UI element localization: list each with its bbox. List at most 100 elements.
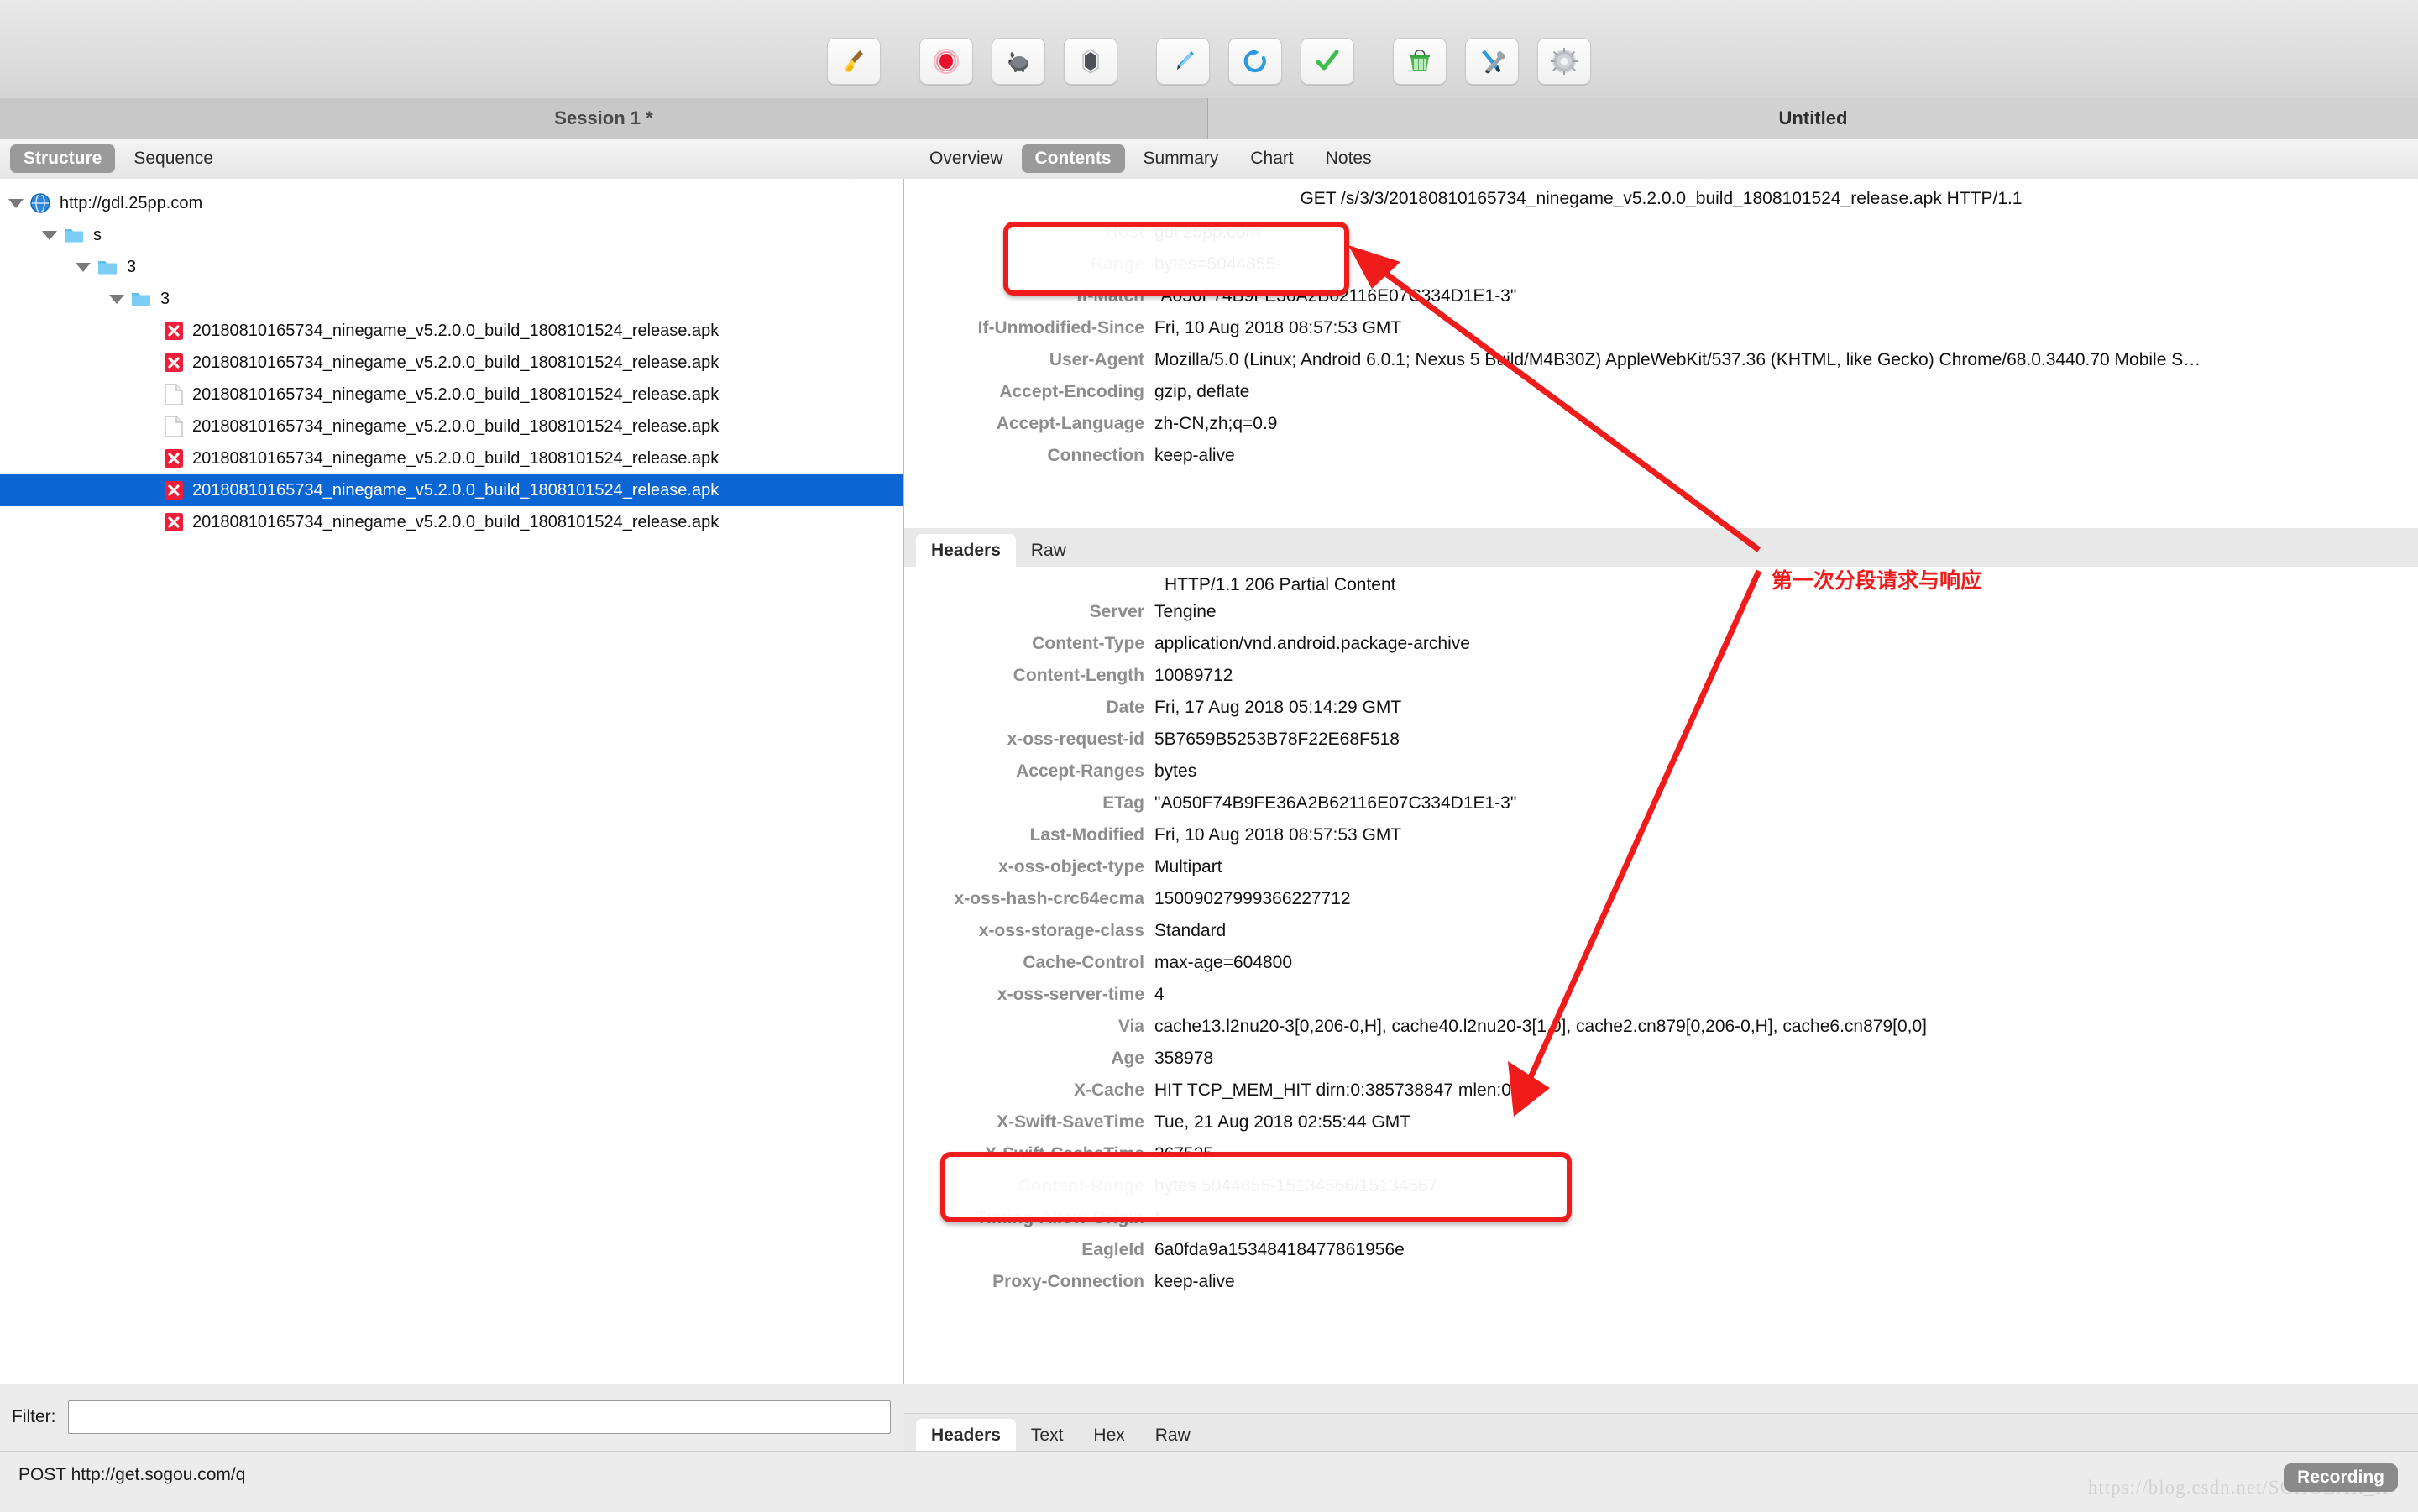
filter-input[interactable] [67,1400,891,1434]
request-header-value: Fri, 10 Aug 2018 08:57:53 GMT [1154,318,1402,337]
globe-icon [29,192,51,214]
response-header-value: keep-alive [1154,1272,1235,1291]
tree-item[interactable]: 3 [0,251,903,283]
folder-icon [130,288,152,310]
tree-item[interactable]: 20180810165734_ninegame_v5.2.0.0_build_1… [0,506,903,538]
tab-sequence[interactable]: Sequence [120,144,227,173]
body-tab-text[interactable]: Text [1016,1419,1079,1452]
response-header-value: Standard [1154,921,1227,940]
settings-button[interactable] [1537,37,1591,85]
request-header-key: User-Agent [1049,350,1144,369]
status-bar: POST http://get.sogou.com/q https://blog… [0,1451,2418,1512]
tab-notes[interactable]: Notes [1312,144,1385,173]
tools-basket-button[interactable] [1393,37,1447,85]
clear-session-button[interactable] [827,37,881,85]
folder-icon [63,224,85,246]
request-pane: GET /s/3/3/20180810165734_ninegame_v5.2.… [904,179,2418,528]
response-header-value: cache13.l2nu20-3[0,206-0,H], cache40.l2n… [1154,1017,1927,1036]
response-header-row: Content-Range bytes 5044855-15134566/1513… [904,1176,2418,1208]
tab-contents[interactable]: Contents [1021,144,1125,173]
error-icon [164,353,184,373]
tree-item[interactable]: http://gdl.25pp.com [0,187,903,219]
compose-button[interactable] [1156,37,1210,85]
response-header-key: x-oss-hash-crc64ecma [954,889,1144,908]
filter-label: Filter: [12,1407,56,1426]
tools-button[interactable] [1465,37,1519,85]
chevron-down-icon[interactable] [8,198,24,208]
request-header-value: "A050F74B9FE36A2B62116E07C334D1E1-3" [1154,286,1517,306]
body-tab-raw[interactable]: Raw [1140,1419,1206,1452]
record-button[interactable] [919,37,973,85]
request-header-row: User-Agent Mozilla/5.0 (Linux; Android 6.… [904,350,2418,382]
response-header-row: Age 358978 [904,1049,2418,1080]
refresh-icon [1241,47,1269,76]
tree-item-label: 3 [127,257,137,276]
chevron-down-icon[interactable] [76,262,91,272]
request-header-row: If-Unmodified-Since Fri, 10 Aug 2018 08:5… [904,318,2418,350]
request-header-key: Connection [1047,446,1145,465]
throttle-button[interactable] [992,37,1045,85]
tree-item-label: 20180810165734_ninegame_v5.2.0.0_build_1… [192,480,720,500]
tree-item[interactable]: 20180810165734_ninegame_v5.2.0.0_build_1… [0,442,903,474]
response-header-key: X-Cache [1073,1080,1144,1100]
tree-item[interactable]: 20180810165734_ninegame_v5.2.0.0_build_1… [0,411,903,442]
body-tab-headers[interactable]: Headers [916,1419,1016,1452]
gear-icon [1550,47,1578,76]
chevron-down-icon[interactable] [42,230,57,240]
response-header-row: Cache-Control max-age=604800 [904,953,2418,985]
breakpoints-button[interactable] [1064,37,1117,85]
tree-item[interactable]: s [0,219,903,251]
session-tree-panel[interactable]: http://gdl.25pp.com s 3 3 20180810165734_nin… [0,179,904,1384]
repeat-button[interactable] [1228,37,1282,85]
request-header-value: bytes=5044855- [1154,254,1282,274]
status-text: POST http://get.sogou.com/q [18,1465,246,1484]
request-header-value: gzip, deflate [1154,382,1250,401]
response-header-key: Age [1111,1049,1144,1068]
response-headers-list: Server Tengine Content-Type application/vnd… [904,595,2418,1304]
error-icon [164,448,184,468]
tree-item[interactable]: 20180810165734_ninegame_v5.2.0.0_build_1… [0,315,903,347]
response-header-value: * [1154,1208,1162,1227]
request-header-row: Range bytes=5044855- [904,254,2418,286]
response-header-row: X-Swift-SaveTime Tue, 21 Aug 2018 02:55:4… [904,1112,2418,1144]
tab-summary[interactable]: Summary [1130,144,1233,173]
response-header-row: x-oss-request-id 5B7659B5253B78F22E68F518 [904,730,2418,761]
tree-item-label: 20180810165734_ninegame_v5.2.0.0_build_1… [192,321,720,340]
response-pane: HTTP/1.1 206 Partial Content Server Tengi… [904,567,2418,1384]
response-header-row: Content-Length 10089712 [904,666,2418,698]
response-tab-raw[interactable]: Raw [1016,534,1081,567]
request-header-row: Accept-Encoding gzip, deflate [904,382,2418,414]
pen-icon [1169,47,1197,76]
request-header-key: Host [1105,222,1144,242]
trash-basket-icon [1405,47,1434,76]
validate-button[interactable] [1301,37,1354,85]
response-header-value: application/vnd.android.package-archive [1154,634,1470,653]
tab-chart[interactable]: Chart [1237,144,1306,173]
response-header-key: EagleId [1081,1240,1144,1259]
tree-item[interactable]: 20180810165734_ninegame_v5.2.0.0_build_1… [0,347,903,379]
response-header-value: 15009027999366227712 [1154,889,1351,908]
tab-overview[interactable]: Overview [916,144,1017,173]
request-line: GET /s/3/3/20180810165734_ninegame_v5.2.… [1300,189,2023,208]
request-header-row: Host gdl.25pp.com [904,222,2418,254]
tree-item[interactable]: 20180810165734_ninegame_v5.2.0.0_build_1… [0,474,903,506]
request-header-row: Connection keep-alive [904,446,2418,478]
response-header-row: EagleId 6a0fda9a15348418477861956e [904,1240,2418,1272]
tree-item[interactable]: 3 [0,283,903,315]
tree-item-label: s [93,225,102,244]
chevron-down-icon[interactable] [109,294,124,304]
response-header-key: Last-Modified [1029,825,1145,845]
response-tab-headers[interactable]: Headers [916,534,1016,567]
tab-structure[interactable]: Structure [10,144,116,173]
response-header-key: x-oss-object-type [998,857,1144,876]
response-header-row: Via cache13.l2nu20-3[0,206-0,H], cache40.… [904,1017,2418,1049]
response-header-row: Content-Type application/vnd.android.pack… [904,634,2418,666]
response-header-value: HIT TCP_MEM_HIT dirn:0:385738847 mlen:0 [1154,1080,1511,1100]
response-header-row: x-oss-storage-class Standard [904,921,2418,953]
body-tab-hex[interactable]: Hex [1078,1419,1139,1452]
response-header-key: Content-Range [1018,1176,1145,1195]
response-header-row: Date Fri, 17 Aug 2018 05:14:29 GMT [904,698,2418,730]
tree-item[interactable]: 20180810165734_ninegame_v5.2.0.0_build_1… [0,379,903,411]
response-header-value: 267525 [1154,1144,1214,1164]
response-header-row: ETag "A050F74B9FE36A2B62116E07C334D1E1-3" [904,793,2418,825]
